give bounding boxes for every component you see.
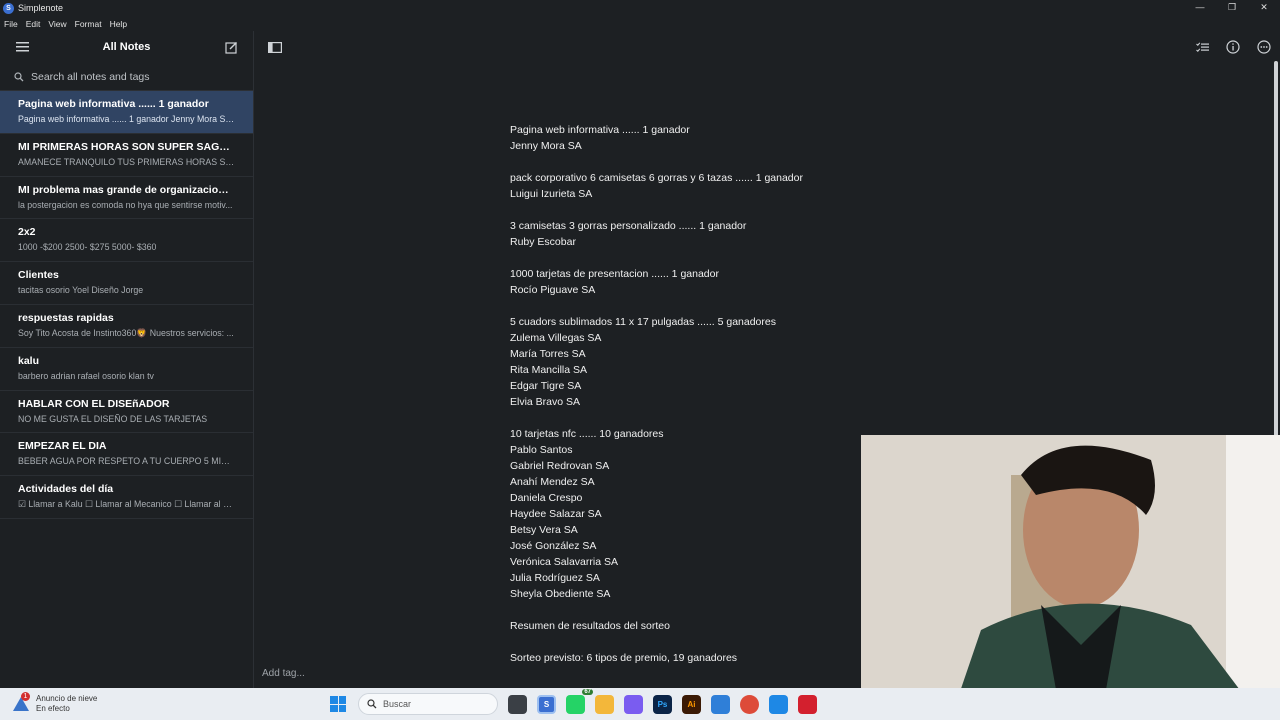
note-list-item[interactable]: Actividades del día ☑ Llamar a Kalu ☐ Lla… xyxy=(0,476,253,519)
maximize-button[interactable]: ❐ xyxy=(1216,0,1248,16)
weather-widget[interactable]: 1 Anuncio de nieve En efecto xyxy=(0,692,330,714)
add-tag-input[interactable]: Add tag... xyxy=(262,668,305,679)
menu-view[interactable]: View xyxy=(44,19,70,29)
note-title: HABLAR CON EL DISEñADOR xyxy=(18,397,170,410)
webcam-person-image xyxy=(861,435,1280,718)
note-list-item[interactable]: kalu barbero adrian rafael osorio klan tv xyxy=(0,348,253,391)
sidebar: All Notes Search all notes and tags Pagi… xyxy=(0,31,254,688)
note-preview: NO ME GUSTA EL DISEÑO DE LAS TARJETAS xyxy=(18,413,208,424)
title-bar: S Simplenote — ❐ ✕ xyxy=(0,0,1280,16)
window-controls: — ❐ ✕ xyxy=(1184,0,1280,16)
weather-subtitle: En efecto xyxy=(36,704,70,713)
windows-taskbar: 1 Anuncio de nieve En efecto Buscar S 67… xyxy=(0,688,1280,720)
start-button[interactable] xyxy=(330,696,346,712)
file-explorer-icon[interactable] xyxy=(595,694,614,714)
close-button[interactable]: ✕ xyxy=(1248,0,1280,16)
new-note-icon[interactable] xyxy=(223,39,239,55)
photos-icon[interactable] xyxy=(711,694,730,714)
notes-list-title: All Notes xyxy=(102,41,151,53)
note-list-item[interactable]: Clientes tacitas osorio Yoel Diseño Jorge xyxy=(0,262,253,305)
note-preview: Soy Tito Acosta de Instinto360🦁 Nuestros… xyxy=(18,327,234,338)
note-preview: ☑ Llamar a Kalu ☐ Llamar al Mecanico ☐ L… xyxy=(18,499,235,510)
checklist-icon[interactable] xyxy=(1194,39,1210,55)
minimize-button[interactable]: — xyxy=(1184,0,1216,16)
menu-edit[interactable]: Edit xyxy=(22,19,45,29)
menu-help[interactable]: Help xyxy=(106,19,131,29)
note-list-item[interactable]: respuestas rapidas Soy Tito Acosta de Ins… xyxy=(0,305,253,348)
illustrator-icon[interactable]: Ai xyxy=(682,694,701,714)
note-preview: AMANECE TRANQUILO TUS PRIMERAS HORAS SON… xyxy=(18,156,235,167)
note-list-item[interactable]: HABLAR CON EL DISEñADOR NO ME GUSTA EL DI… xyxy=(0,391,253,434)
hamburger-menu-icon[interactable] xyxy=(14,39,30,55)
whatsapp-badge: 67 xyxy=(582,688,593,695)
acrobat-icon[interactable] xyxy=(798,694,817,714)
task-view-icon[interactable] xyxy=(508,694,527,714)
search-input[interactable]: Search all notes and tags xyxy=(31,71,150,83)
webcam-overlay xyxy=(861,435,1280,718)
menu-format[interactable]: Format xyxy=(71,19,106,29)
search-bar[interactable]: Search all notes and tags xyxy=(0,63,253,91)
menu-bar: File Edit View Format Help xyxy=(0,16,131,31)
note-list-item[interactable]: MI PRIMERAS HORAS SON SUPER SAGRADAS AMAN… xyxy=(0,134,253,177)
editor-toolbar xyxy=(255,31,1280,63)
simplenote-taskbar-icon[interactable]: S xyxy=(537,694,556,714)
note-preview: 1000 -$200 2500- $275 5000- $360 xyxy=(18,242,157,253)
note-list: Pagina web informativa ...... 1 ganador P… xyxy=(0,91,253,519)
note-list-item[interactable]: EMPEZAR EL DIA BEBER AGUA POR RESPETO A T… xyxy=(0,433,253,477)
info-icon[interactable] xyxy=(1225,39,1241,55)
search-icon xyxy=(14,71,24,81)
note-preview: la postergacion es comoda no hya que sen… xyxy=(18,199,233,210)
toggle-sidebar-icon[interactable] xyxy=(267,39,283,55)
menu-file[interactable]: File xyxy=(0,19,22,29)
note-title: kalu xyxy=(18,354,40,367)
note-list-item[interactable]: 2x2 1000 -$200 2500- $275 5000- $360 xyxy=(0,219,253,263)
weather-badge: 1 xyxy=(21,692,30,701)
copilot-icon[interactable] xyxy=(624,694,643,714)
note-title: MI problema mas grande de organizacion e… xyxy=(18,183,235,196)
weather-alert-icon: 1 xyxy=(12,692,30,713)
note-preview: Pagina web informativa ...... 1 ganador … xyxy=(18,114,235,124)
search-icon xyxy=(367,699,377,709)
note-preview: barbero adrian rafael osorio klan tv xyxy=(18,370,154,381)
note-title: Actividades del día xyxy=(18,483,114,496)
note-preview: tacitas osorio Yoel Diseño Jorge xyxy=(18,285,144,296)
more-options-icon[interactable] xyxy=(1256,39,1272,55)
taskbar-search-input[interactable]: Buscar xyxy=(383,699,411,709)
snipping-tool-icon[interactable] xyxy=(769,694,788,714)
taskbar-apps: S 67 Ps Ai xyxy=(508,688,817,714)
note-title: respuestas rapidas xyxy=(18,311,114,324)
note-preview: BEBER AGUA POR RESPETO A TU CUERPO 5 MIN… xyxy=(18,456,235,467)
whatsapp-icon[interactable]: 67 xyxy=(566,688,593,714)
note-title: MI PRIMERAS HORAS SON SUPER SAGRADAS xyxy=(18,140,235,153)
note-title: Pagina web informativa ...... 1 ganador xyxy=(18,98,209,110)
note-title: EMPEZAR EL DIA xyxy=(18,440,107,453)
taskbar-search[interactable]: Buscar xyxy=(358,693,498,715)
simplenote-logo-icon: S xyxy=(3,2,14,14)
note-title: Clientes xyxy=(18,269,59,282)
sidebar-header: All Notes xyxy=(0,31,253,63)
chrome-icon[interactable] xyxy=(740,694,759,714)
window-title: Simplenote xyxy=(18,3,64,13)
weather-title: Anuncio de nieve xyxy=(36,694,98,703)
note-list-item[interactable]: Pagina web informativa ...... 1 ganador P… xyxy=(0,91,253,134)
photoshop-icon[interactable]: Ps xyxy=(653,694,672,714)
editor-scrollbar[interactable] xyxy=(1274,61,1278,461)
note-list-item[interactable]: MI problema mas grande de organizacion e… xyxy=(0,177,253,220)
note-title: 2x2 xyxy=(18,226,36,239)
